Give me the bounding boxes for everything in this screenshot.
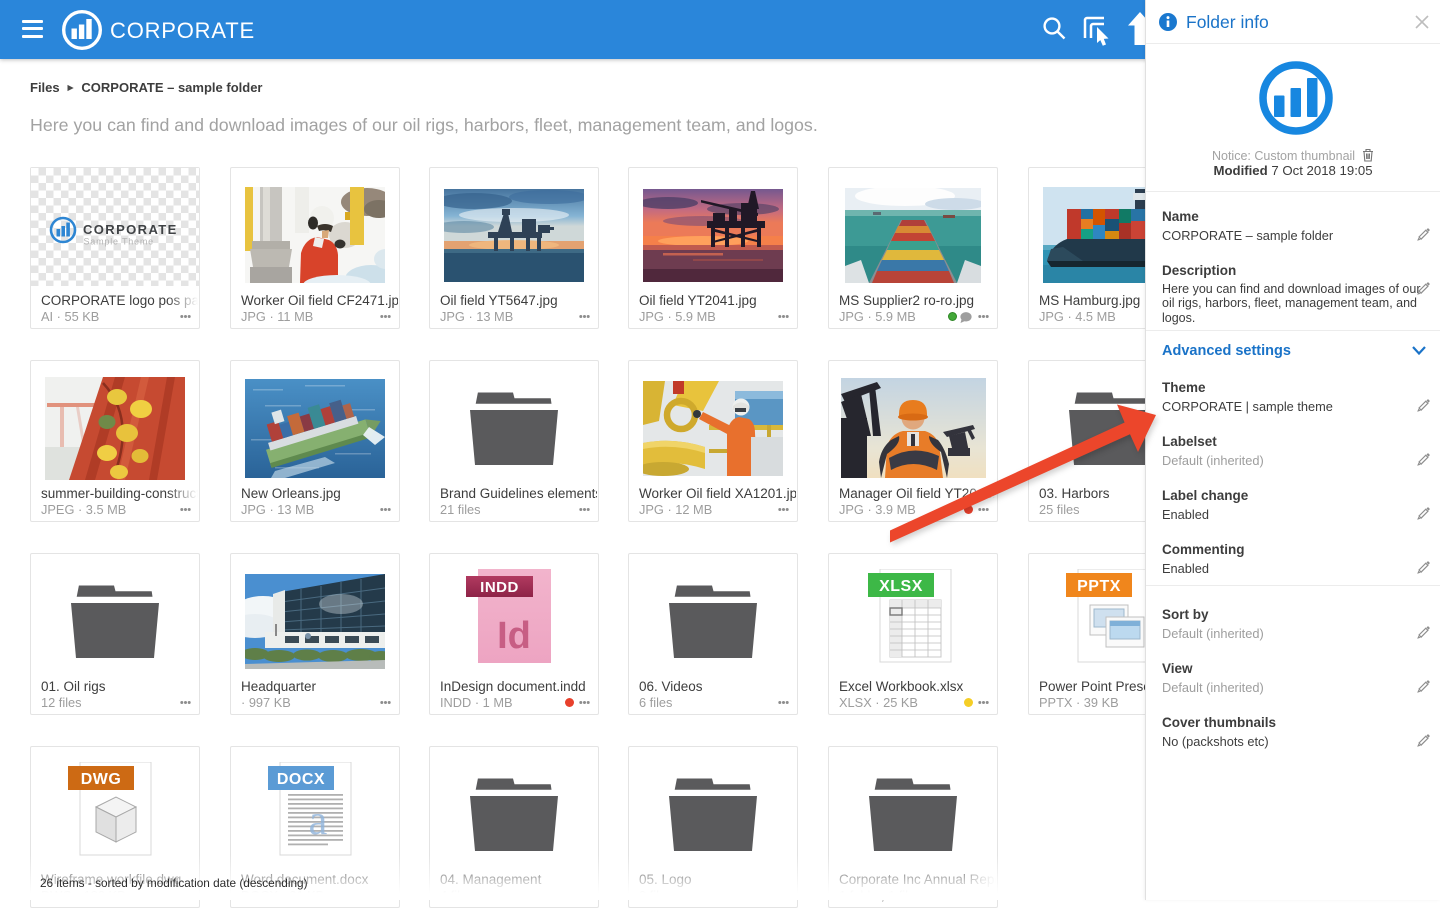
svg-text:XLSX: XLSX [879, 578, 923, 595]
svg-text:Id: Id [497, 615, 531, 657]
svg-text:DOCX: DOCX [277, 771, 325, 788]
svg-text:PPTX: PPTX [1077, 578, 1121, 595]
svg-text:Sample Theme: Sample Theme [84, 237, 154, 247]
svg-text:DWG: DWG [81, 771, 122, 788]
svg-text:INDD: INDD [480, 579, 519, 596]
svg-text:CORPORATE: CORPORATE [83, 222, 178, 237]
svg-text:a: a [309, 798, 328, 844]
